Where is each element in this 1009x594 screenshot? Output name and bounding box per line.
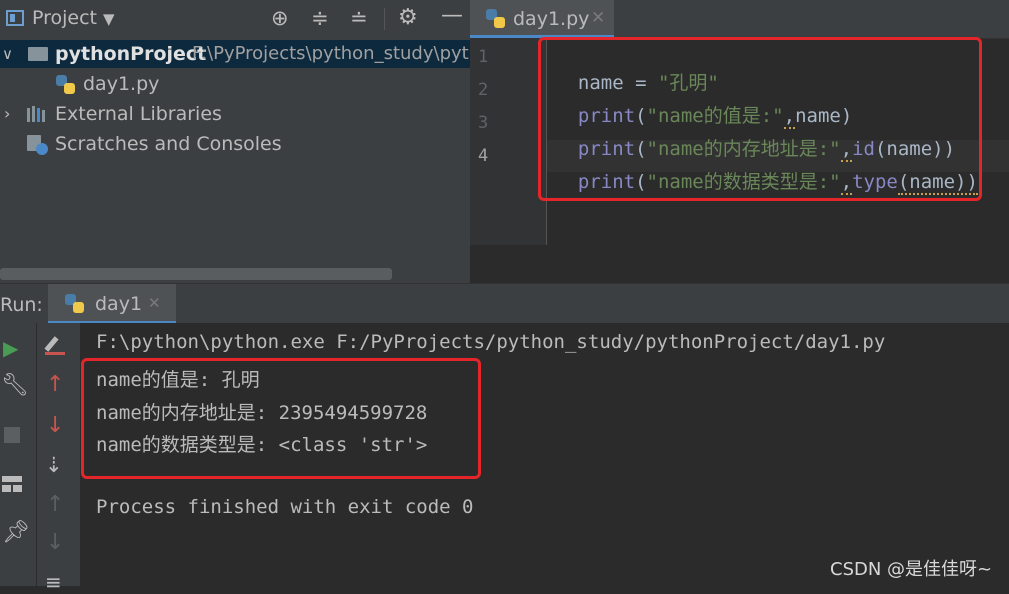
- project-panel-header: Project ▼ ⊕ ≑ ≐ ⚙ —: [0, 0, 470, 37]
- minimize-icon[interactable]: —: [441, 3, 463, 28]
- gear-icon[interactable]: ⚙: [398, 5, 418, 30]
- close-icon[interactable]: ✕: [148, 294, 161, 312]
- scratches-icon: [27, 135, 49, 155]
- run-toolbar: [0, 323, 80, 586]
- python-file-icon: [486, 9, 506, 29]
- soft-wrap-icon[interactable]: ≡: [45, 570, 62, 594]
- tree-item-scratches[interactable]: Scratches and Consoles: [0, 130, 470, 158]
- editor-tab-label: day1.py: [513, 8, 590, 30]
- code-highlight-box: [538, 37, 982, 201]
- editor-empty-area: [470, 245, 1009, 283]
- editor-tab-day1[interactable]: day1.py ✕: [470, 0, 614, 38]
- tree-item-label: External Libraries: [55, 103, 222, 125]
- libraries-icon: [27, 106, 47, 122]
- collapse-all-icon[interactable]: ≐: [350, 6, 368, 30]
- watermark: CSDN @是佳佳呀~: [830, 559, 993, 580]
- python-file-icon: [56, 75, 76, 95]
- chevron-down-icon[interactable]: ∨: [2, 40, 13, 68]
- run-toolbar-separator: [36, 323, 37, 586]
- tree-item-path: F:\PyProjects\python_study\pyth: [192, 43, 481, 64]
- run-panel-header: Run: day1 ✕: [0, 283, 1009, 324]
- arrow-up-disabled-icon: ↑: [46, 492, 65, 517]
- clear-all-icon[interactable]: [44, 334, 67, 356]
- arrow-down-disabled-icon: ↓: [46, 530, 65, 555]
- wrench-icon[interactable]: 🔧︎: [1, 373, 29, 398]
- toolbar-divider: [384, 8, 385, 30]
- rerun-icon[interactable]: ▶: [3, 336, 18, 360]
- tree-item-label: pythonProject: [55, 43, 207, 65]
- line-number-gutter: [470, 38, 547, 245]
- line-number: 2: [478, 80, 489, 100]
- locate-file-icon[interactable]: ⊕: [271, 6, 289, 30]
- scroll-to-end-icon[interactable]: ⇣: [45, 453, 63, 477]
- console-command: F:\python\python.exe F:/PyProjects/pytho…: [96, 331, 886, 353]
- arrow-up-icon[interactable]: ↑: [46, 372, 64, 397]
- pin-icon[interactable]: 📌︎: [2, 520, 30, 545]
- python-file-icon: [65, 294, 85, 314]
- run-label: Run:: [0, 294, 43, 316]
- output-highlight-box: [81, 358, 481, 479]
- tree-item-day1[interactable]: day1.py: [0, 70, 470, 98]
- close-icon[interactable]: ✕: [591, 8, 605, 28]
- run-tab-day1[interactable]: day1 ✕: [48, 284, 176, 324]
- line-number: 1: [478, 47, 489, 67]
- console-exit-message: Process finished with exit code 0: [96, 496, 474, 518]
- project-view-icon[interactable]: [6, 10, 24, 26]
- layout-icon[interactable]: [2, 476, 22, 492]
- line-number: 3: [478, 113, 489, 133]
- tree-item-label: day1.py: [83, 73, 160, 95]
- project-panel-title[interactable]: Project: [32, 7, 97, 29]
- tree-item-label: Scratches and Consoles: [55, 133, 282, 155]
- line-number: 4: [478, 146, 489, 166]
- stop-icon[interactable]: [4, 427, 20, 443]
- chevron-right-icon[interactable]: ›: [4, 100, 10, 128]
- tree-item-external-libraries[interactable]: › External Libraries: [0, 100, 470, 128]
- expand-all-icon[interactable]: ≑: [311, 6, 329, 30]
- chevron-down-icon[interactable]: ▼: [103, 10, 115, 28]
- folder-icon: [28, 47, 48, 61]
- arrow-down-icon[interactable]: ↓: [46, 413, 64, 438]
- run-tab-label: day1: [95, 293, 143, 315]
- horizontal-scrollbar[interactable]: [0, 268, 392, 280]
- tree-item-python-project[interactable]: ∨ pythonProject F:\PyProjects\python_stu…: [0, 40, 480, 68]
